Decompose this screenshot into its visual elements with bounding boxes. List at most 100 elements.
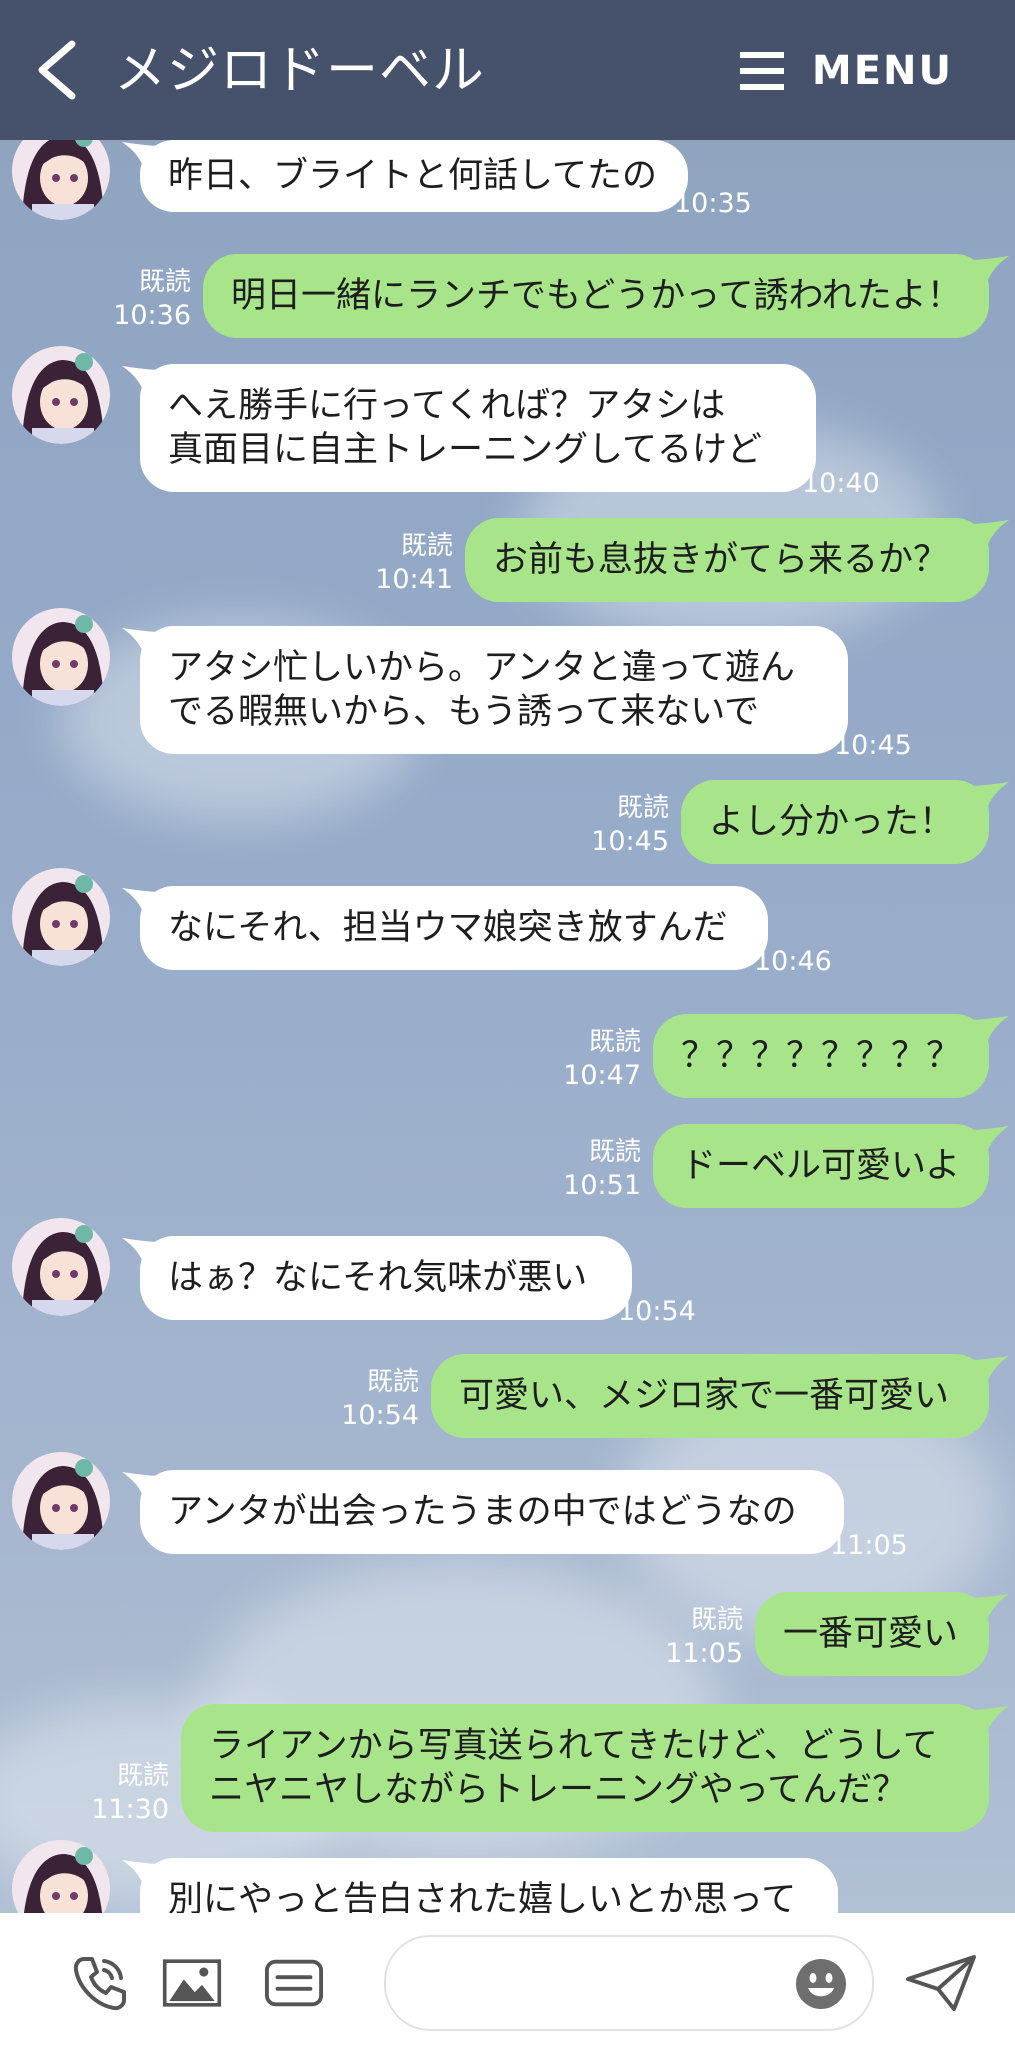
bubble-tail — [969, 782, 1009, 814]
read-receipt: 既読 — [116, 1761, 169, 1791]
chat-screen: メジロドーベル MENU 昨日、ブライトと何話してたの 10:35 明日一緒にランチ… — [0, 0, 1015, 2048]
incoming-message: 別にやっと告白された嬉しいとか思って — [0, 1840, 1015, 1913]
message-bubble[interactable]: アタシ忙しいから。アンタと違って遊ん でる暇無いから、もう誘って来ないで — [140, 626, 848, 754]
message-bubble[interactable]: よし分かった！ — [681, 780, 989, 864]
message-text-line: はぁ？なにそれ気味が悪い — [168, 1258, 588, 1298]
read-receipt: 既読 — [366, 1367, 419, 1397]
message-input-wrapper — [384, 1935, 874, 2031]
incoming-message: へえ勝手に行ってくれば？アタシは 真面目に自主トレーニングしてるけど 10:40 — [0, 346, 1015, 510]
message-bubble[interactable]: 別にやっと告白された嬉しいとか思って — [140, 1858, 838, 1913]
outgoing-message: お前も息抜きがてら来るか？ 既読 10:41 — [0, 500, 1015, 620]
incoming-message: アンタが出会ったうまの中ではどうなの 11:05 — [0, 1452, 1015, 1572]
message-bubble[interactable]: はぁ？なにそれ気味が悪い — [140, 1236, 632, 1320]
message-composer — [0, 1913, 1015, 2048]
incoming-message: 昨日、ブライトと何話してたの 10:35 — [0, 140, 1015, 230]
message-timestamp: 10:46 — [754, 946, 832, 977]
message-bubble[interactable]: アンタが出会ったうまの中ではどうなの — [140, 1470, 844, 1554]
bubble-tail — [969, 520, 1009, 552]
message-timestamp: 11:05 — [830, 1530, 908, 1561]
message-text-line: ？？？？？？？？ — [681, 1036, 962, 1076]
message-text-line: 明日一緒にランチでもどうかって誘われたよ！ — [231, 276, 962, 316]
message-bubble[interactable]: 一番可愛い — [755, 1592, 989, 1676]
phone-icon[interactable] — [70, 1953, 130, 2013]
outgoing-message: ？？？？？？？？ 既読 10:47 — [0, 996, 1015, 1116]
contact-avatar[interactable] — [12, 346, 110, 444]
message-text-line: ニヤニヤしながらトレーニングやってんだ？ — [209, 1770, 908, 1810]
read-receipt: 既読 — [588, 1137, 641, 1167]
menu-button[interactable]: MENU — [739, 46, 953, 96]
menu-label: MENU — [811, 48, 953, 94]
outgoing-message: よし分かった！ 既読 10:45 — [0, 762, 1015, 882]
message-timestamp: 10:40 — [802, 468, 880, 499]
message-timestamp: 10:54 — [341, 1400, 419, 1431]
message-timestamp: 10:45 — [834, 730, 912, 761]
send-icon[interactable] — [904, 1953, 980, 2013]
message-text-line: お前も息抜きがてら来るか？ — [493, 540, 949, 580]
contact-avatar[interactable] — [12, 1218, 110, 1316]
message-timestamp: 10:35 — [674, 188, 752, 219]
message-bubble[interactable]: なにそれ、担当ウマ娘突き放すんだ — [140, 886, 768, 970]
message-bubble[interactable]: ライアンから写真送られてきたけど、どうして ニヤニヤしながらトレーニングやってんだ… — [181, 1704, 989, 1832]
message-list[interactable]: 昨日、ブライトと何話してたの 10:35 明日一緒にランチでもどうかって誘われたよ！… — [0, 140, 1015, 1913]
message-bubble[interactable]: ？？？？？？？？ — [653, 1014, 989, 1098]
incoming-message: はぁ？なにそれ気味が悪い 10:54 — [0, 1218, 1015, 1338]
message-text-line: 別にやっと告白された嬉しいとか思って — [168, 1880, 797, 1913]
contact-avatar[interactable] — [12, 868, 110, 966]
image-icon[interactable] — [162, 1953, 222, 2013]
bubble-tail — [969, 1706, 1009, 1738]
contact-avatar[interactable] — [12, 608, 110, 706]
bubble-tail — [969, 256, 1009, 288]
outgoing-message: ライアンから写真送られてきたけど、どうして ニヤニヤしながらトレーニングやってんだ… — [0, 1686, 1015, 1850]
message-timestamp: 11:30 — [91, 1794, 169, 1825]
message-text-line: 真面目に自主トレーニングしてるけど — [168, 430, 762, 470]
message-text-line: なにそれ、担当ウマ娘突き放すんだ — [168, 908, 728, 948]
message-timestamp: 10:47 — [563, 1060, 641, 1091]
message-text-line: 一番可愛い — [783, 1614, 959, 1654]
message-text-line: へえ勝手に行ってくれば？アタシは — [168, 386, 726, 426]
incoming-message: なにそれ、担当ウマ娘突き放すんだ 10:46 — [0, 868, 1015, 988]
read-receipt: 既読 — [400, 531, 453, 561]
message-timestamp: 10:54 — [618, 1296, 696, 1327]
outgoing-message: ドーベル可愛いよ 既読 10:51 — [0, 1106, 1015, 1226]
bubble-tail — [969, 1126, 1009, 1158]
message-timestamp: 10:36 — [113, 300, 191, 331]
read-receipt: 既読 — [690, 1605, 743, 1635]
bubble-tail — [969, 1016, 1009, 1048]
bubble-tail — [969, 1594, 1009, 1626]
incoming-message: アタシ忙しいから。アンタと違って遊ん でる暇無いから、もう誘って来ないで 10:45 — [0, 608, 1015, 772]
message-timestamp: 10:45 — [591, 826, 669, 857]
contact-avatar[interactable] — [12, 140, 110, 220]
message-bubble[interactable]: へえ勝手に行ってくれば？アタシは 真面目に自主トレーニングしてるけど — [140, 364, 816, 492]
read-receipt: 既読 — [616, 793, 669, 823]
back-arrow-icon[interactable] — [32, 38, 88, 102]
bubble-tail — [969, 1356, 1009, 1388]
message-bubble[interactable]: 明日一緒にランチでもどうかって誘われたよ！ — [203, 254, 989, 338]
outgoing-message: 可愛い、メジロ家で一番可愛い 既読 10:54 — [0, 1336, 1015, 1456]
hamburger-menu-icon — [739, 52, 784, 90]
keyboard-icon[interactable] — [264, 1953, 324, 2013]
message-timestamp: 10:41 — [375, 564, 453, 595]
message-text-line: アタシ忙しいから。アンタと違って遊ん — [168, 648, 795, 688]
contact-avatar[interactable] — [12, 1840, 110, 1913]
message-text-line: よし分かった！ — [709, 802, 955, 842]
chat-title: メジロドーベル — [114, 41, 486, 101]
message-text-line: でる暇無いから、もう誘って来ないで — [168, 692, 760, 732]
contact-avatar[interactable] — [12, 1452, 110, 1550]
message-input[interactable] — [416, 1957, 780, 2009]
message-bubble[interactable]: ドーベル可愛いよ — [653, 1124, 989, 1208]
message-text-line: アンタが出会ったうまの中ではどうなの — [168, 1492, 797, 1532]
read-receipt: 既読 — [138, 267, 191, 297]
message-text-line: 可愛い、メジロ家で一番可愛い — [459, 1376, 950, 1416]
outgoing-message: 一番可愛い 既読 11:05 — [0, 1574, 1015, 1694]
message-text-line: 昨日、ブライトと何話してたの — [168, 156, 657, 196]
emoji-icon[interactable] — [794, 1957, 848, 2011]
message-bubble[interactable]: お前も息抜きがてら来るか？ — [465, 518, 989, 602]
message-text-line: ライアンから写真送られてきたけど、どうして — [209, 1726, 938, 1766]
message-bubble[interactable]: 可愛い、メジロ家で一番可愛い — [431, 1354, 989, 1438]
chat-header: メジロドーベル MENU — [0, 0, 1015, 140]
message-bubble[interactable]: 昨日、ブライトと何話してたの — [140, 140, 688, 212]
read-receipt: 既読 — [588, 1027, 641, 1057]
outgoing-message: 明日一緒にランチでもどうかって誘われたよ！ 既読 10:36 — [0, 236, 1015, 356]
message-text-line: ドーベル可愛いよ — [681, 1146, 961, 1186]
message-timestamp: 10:51 — [563, 1170, 641, 1201]
